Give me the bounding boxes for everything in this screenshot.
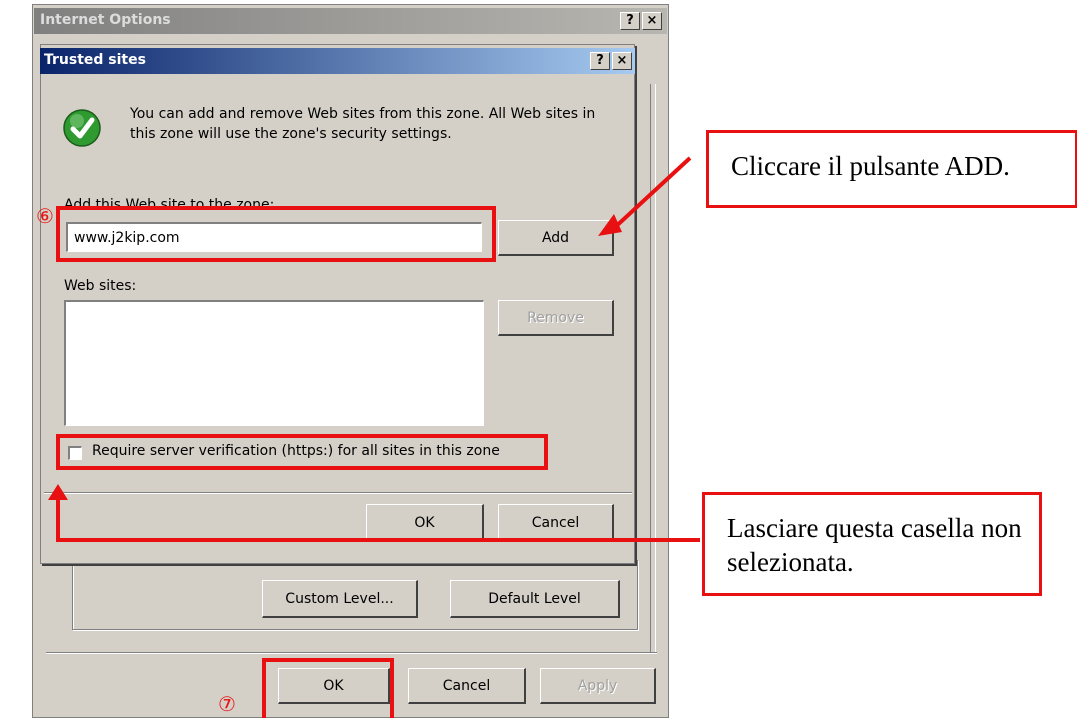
outer-apply-button[interactable]: Apply bbox=[540, 668, 656, 704]
internet-options-title: Internet Options bbox=[40, 12, 171, 28]
web-sites-list[interactable] bbox=[64, 300, 484, 426]
close-icon[interactable]: × bbox=[642, 12, 662, 30]
green-checkmark-icon bbox=[62, 108, 102, 148]
add-site-label: Add this Web site to the zone: bbox=[64, 197, 275, 206]
ok-button[interactable]: OK bbox=[366, 504, 484, 542]
callout-checkbox: Lasciare questa casella non selezionata. bbox=[702, 492, 1042, 596]
tab-page-edge bbox=[650, 84, 656, 652]
highlight-https-checkbox bbox=[56, 434, 548, 470]
help-icon[interactable]: ? bbox=[620, 12, 640, 30]
tab-page-bottom bbox=[46, 652, 657, 654]
step-7-marker: ⑦ bbox=[218, 692, 236, 716]
callout-add: Cliccare il pulsante ADD. bbox=[706, 130, 1077, 208]
web-sites-label: Web sites: bbox=[64, 278, 137, 294]
highlight-outer-ok bbox=[262, 658, 394, 718]
step-6-marker: ⑥ bbox=[36, 204, 54, 228]
remove-button[interactable]: Remove bbox=[498, 300, 614, 336]
highlight-site-input bbox=[56, 206, 496, 262]
zone-description: You can add and remove Web sites from th… bbox=[130, 106, 596, 142]
outer-cancel-button[interactable]: Cancel bbox=[408, 668, 526, 704]
custom-level-button[interactable]: Custom Level... bbox=[262, 580, 418, 618]
close-icon[interactable]: × bbox=[612, 52, 632, 70]
default-level-button[interactable]: Default Level bbox=[450, 580, 620, 618]
add-button[interactable]: Add bbox=[498, 220, 614, 256]
trusted-sites-title: Trusted sites bbox=[44, 52, 146, 68]
cancel-button[interactable]: Cancel bbox=[498, 504, 614, 542]
help-icon[interactable]: ? bbox=[590, 52, 610, 70]
dialog-separator bbox=[44, 492, 632, 494]
